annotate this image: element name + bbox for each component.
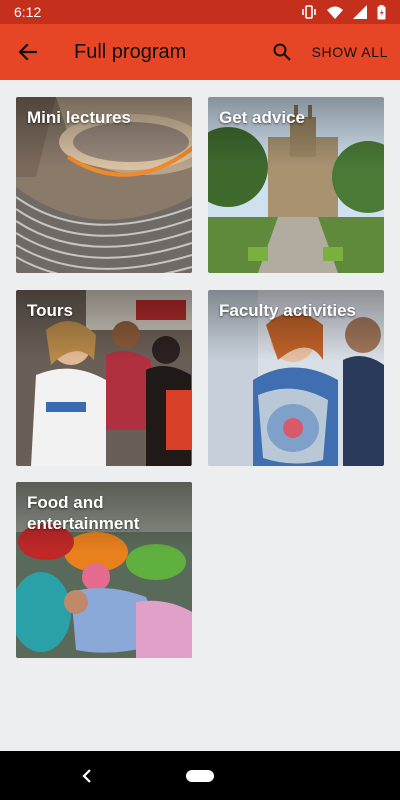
tile-label: Faculty activities xyxy=(219,301,357,320)
nav-home-button[interactable] xyxy=(186,769,214,782)
back-button[interactable] xyxy=(0,24,56,80)
tile-label: Mini lectures xyxy=(27,108,131,127)
tile-mini-lectures[interactable]: Mini lectures xyxy=(16,97,192,273)
tile-tours[interactable]: Tours xyxy=(16,290,192,466)
signal-icon xyxy=(353,5,367,19)
wifi-icon xyxy=(327,6,343,19)
search-button[interactable] xyxy=(262,32,302,72)
status-bar: 6:12 xyxy=(0,0,400,24)
tile-label: Food and entertainment xyxy=(27,493,140,533)
system-nav-bar xyxy=(0,751,400,800)
tile-label: Tours xyxy=(27,301,73,320)
tile-faculty-activities[interactable]: Faculty activities xyxy=(208,290,384,466)
battery-icon xyxy=(377,4,386,19)
nav-back-icon[interactable] xyxy=(80,767,94,785)
page-title: Full program xyxy=(74,40,187,63)
arrow-back-icon xyxy=(19,44,37,60)
status-time: 6:12 xyxy=(14,4,42,20)
show-all-button[interactable]: SHOW ALL xyxy=(312,44,388,60)
app-bar: Full program SHOW ALL xyxy=(0,24,400,80)
search-icon xyxy=(273,43,291,61)
tile-food-and-entertainment[interactable]: Food and entertainment xyxy=(16,482,192,658)
tile-label: Get advice xyxy=(219,108,305,127)
status-icons xyxy=(301,4,386,20)
tile-get-advice[interactable]: Get advice xyxy=(208,97,384,273)
vibrate-icon xyxy=(302,5,316,19)
